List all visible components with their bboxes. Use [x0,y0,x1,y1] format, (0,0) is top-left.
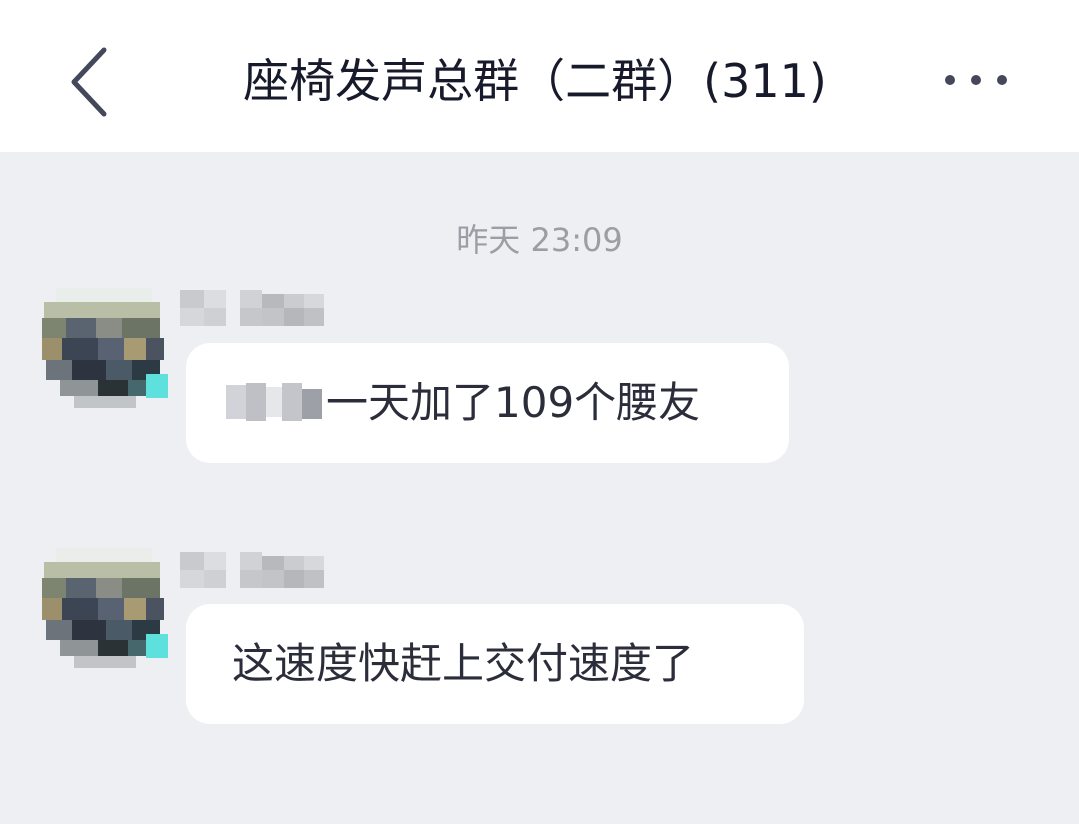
avatar[interactable] [38,288,172,408]
message-bubble[interactable]: 这速度快赶上交付速度了 [186,604,804,724]
pixelated-name-image [180,552,324,588]
chat-title: 座椅发声总群（二群）(311) [243,54,827,108]
more-dots-icon [945,75,1007,85]
more-button[interactable] [936,60,1016,100]
message-text: 一天加了109个腰友 [326,378,701,427]
pixelated-avatar-image [38,288,172,408]
back-button[interactable] [60,44,120,120]
sender-name[interactable] [180,552,326,588]
chevron-left-icon [71,47,107,117]
chat-header: 座椅发声总群（二群）(311) [0,0,1079,152]
pixelated-text-image [226,383,322,421]
sender-name[interactable] [180,290,326,326]
pixelated-avatar-image [38,548,172,668]
pixelated-name-image [180,290,324,326]
message-bubble[interactable]: 一天加了109个腰友 [186,343,789,463]
message-text: 这速度快赶上交付速度了 [232,639,695,688]
avatar[interactable] [38,548,172,668]
message-timestamp: 昨天 23:09 [456,221,623,259]
